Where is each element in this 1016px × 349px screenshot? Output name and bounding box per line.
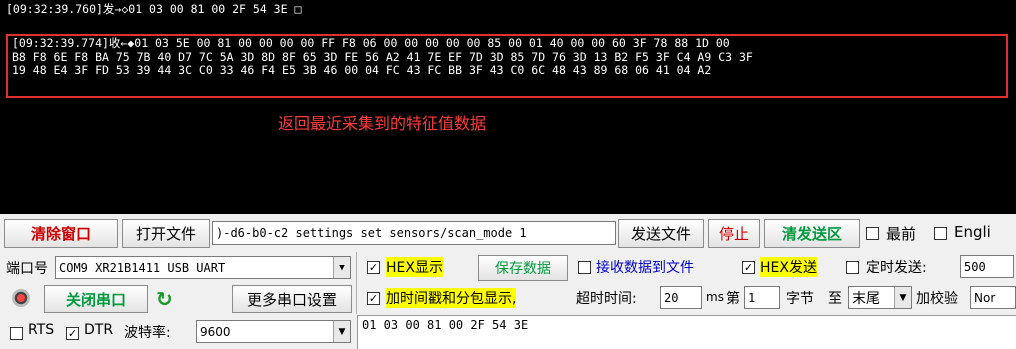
end-value: 末尾 — [852, 290, 880, 307]
checksum-select[interactable]: Nor — [970, 286, 1016, 309]
rx-header-line: [09:32:39.774]收←◆01 03 5E 00 81 00 00 00… — [12, 36, 730, 50]
port-select[interactable]: COM9 XR21B1411 USB UART ▼ — [55, 256, 351, 279]
timestamp-checkbox[interactable]: ✓ — [367, 292, 380, 305]
rx-log-block: [09:32:39.774]收←◆01 03 5E 00 81 00 00 00… — [12, 36, 1008, 78]
chevron-down-icon: ▼ — [333, 257, 350, 278]
checksum-label: 加校验 — [916, 291, 958, 307]
tx-log-line: [09:32:39.760]发→◇01 03 00 81 00 2F 54 3E… — [6, 2, 302, 16]
send-file-button[interactable]: 发送文件 — [618, 219, 704, 248]
close-port-button[interactable]: 关闭串口 — [44, 285, 148, 313]
rx-data-line: 19 48 E4 3F FD 53 39 44 3C C0 33 46 F4 E… — [12, 63, 712, 77]
chevron-down-icon: ▼ — [333, 321, 350, 342]
timeout-input[interactable]: 20 — [660, 286, 702, 309]
rts-checkbox[interactable] — [10, 327, 23, 340]
nth-input[interactable]: 1 — [744, 286, 780, 309]
hex-display-checkbox[interactable]: ✓ — [367, 261, 380, 274]
record-icon — [12, 289, 30, 307]
chevron-down-icon: ▼ — [894, 287, 911, 308]
send-textarea[interactable]: 01 03 00 81 00 2F 54 3E — [357, 315, 1016, 349]
receive-to-file-checkbox[interactable] — [578, 261, 591, 274]
topmost-label: 最前 — [886, 225, 917, 243]
checksum-value: Nor — [974, 290, 996, 305]
english-checkbox[interactable] — [934, 227, 947, 240]
rts-label: RTS — [28, 322, 55, 338]
dtr-label: DTR — [84, 322, 114, 338]
baud-label: 波特率: — [124, 325, 171, 341]
end-select[interactable]: 末尾 ▼ — [848, 286, 912, 309]
port-label: 端口号 — [6, 261, 48, 277]
divider — [356, 252, 357, 314]
timed-send-checkbox[interactable] — [846, 261, 859, 274]
timeout-label: 超时时间: — [576, 291, 637, 307]
hex-display-label: HEX显示 — [386, 257, 443, 277]
annotation-text: 返回最近采集到的特征值数据 — [278, 114, 487, 133]
baud-select[interactable]: 9600 ▼ — [196, 320, 351, 343]
timestamp-label: 加时间戳和分包显示, — [386, 288, 517, 308]
open-file-button[interactable]: 打开文件 — [122, 219, 210, 248]
byte-label: 字节 — [786, 291, 814, 307]
nth-label: 第 — [726, 291, 740, 307]
receive-terminal[interactable]: [09:32:39.760]发→◇01 03 00 81 00 2F 54 3E… — [0, 0, 1016, 214]
dtr-checkbox[interactable]: ✓ — [66, 327, 79, 340]
ms-label: ms — [706, 290, 724, 304]
save-data-button[interactable]: 保存数据 — [478, 255, 568, 281]
topmost-checkbox[interactable] — [866, 227, 879, 240]
receive-to-file-label: 接收数据到文件 — [596, 260, 694, 276]
english-label: Engli — [954, 223, 991, 241]
stop-button[interactable]: 停止 — [708, 219, 760, 248]
command-input[interactable]: )-d6-b0-c2 settings set sensors/scan_mod… — [212, 221, 616, 245]
refresh-icon[interactable]: ↻ — [156, 287, 173, 311]
timed-send-label: 定时发送: — [866, 260, 927, 276]
port-value: COM9 XR21B1411 USB UART — [59, 260, 226, 275]
hex-send-checkbox[interactable]: ✓ — [742, 261, 755, 274]
to-label: 至 — [828, 291, 842, 307]
more-settings-button[interactable]: 更多串口设置 — [232, 285, 352, 313]
hex-send-label: HEX发送 — [760, 257, 817, 277]
rx-data-line: B8 F8 6E F8 BA 75 7B 40 D7 7C 5A 3D 8D 8… — [12, 49, 753, 64]
toolbar-row: 清除窗口 打开文件 )-d6-b0-c2 settings set sensor… — [0, 216, 1016, 252]
baud-value: 9600 — [200, 324, 231, 339]
clear-window-button[interactable]: 清除窗口 — [4, 219, 118, 248]
timed-send-input[interactable]: 500 — [960, 255, 1014, 278]
clear-send-button[interactable]: 清发送区 — [764, 219, 860, 248]
